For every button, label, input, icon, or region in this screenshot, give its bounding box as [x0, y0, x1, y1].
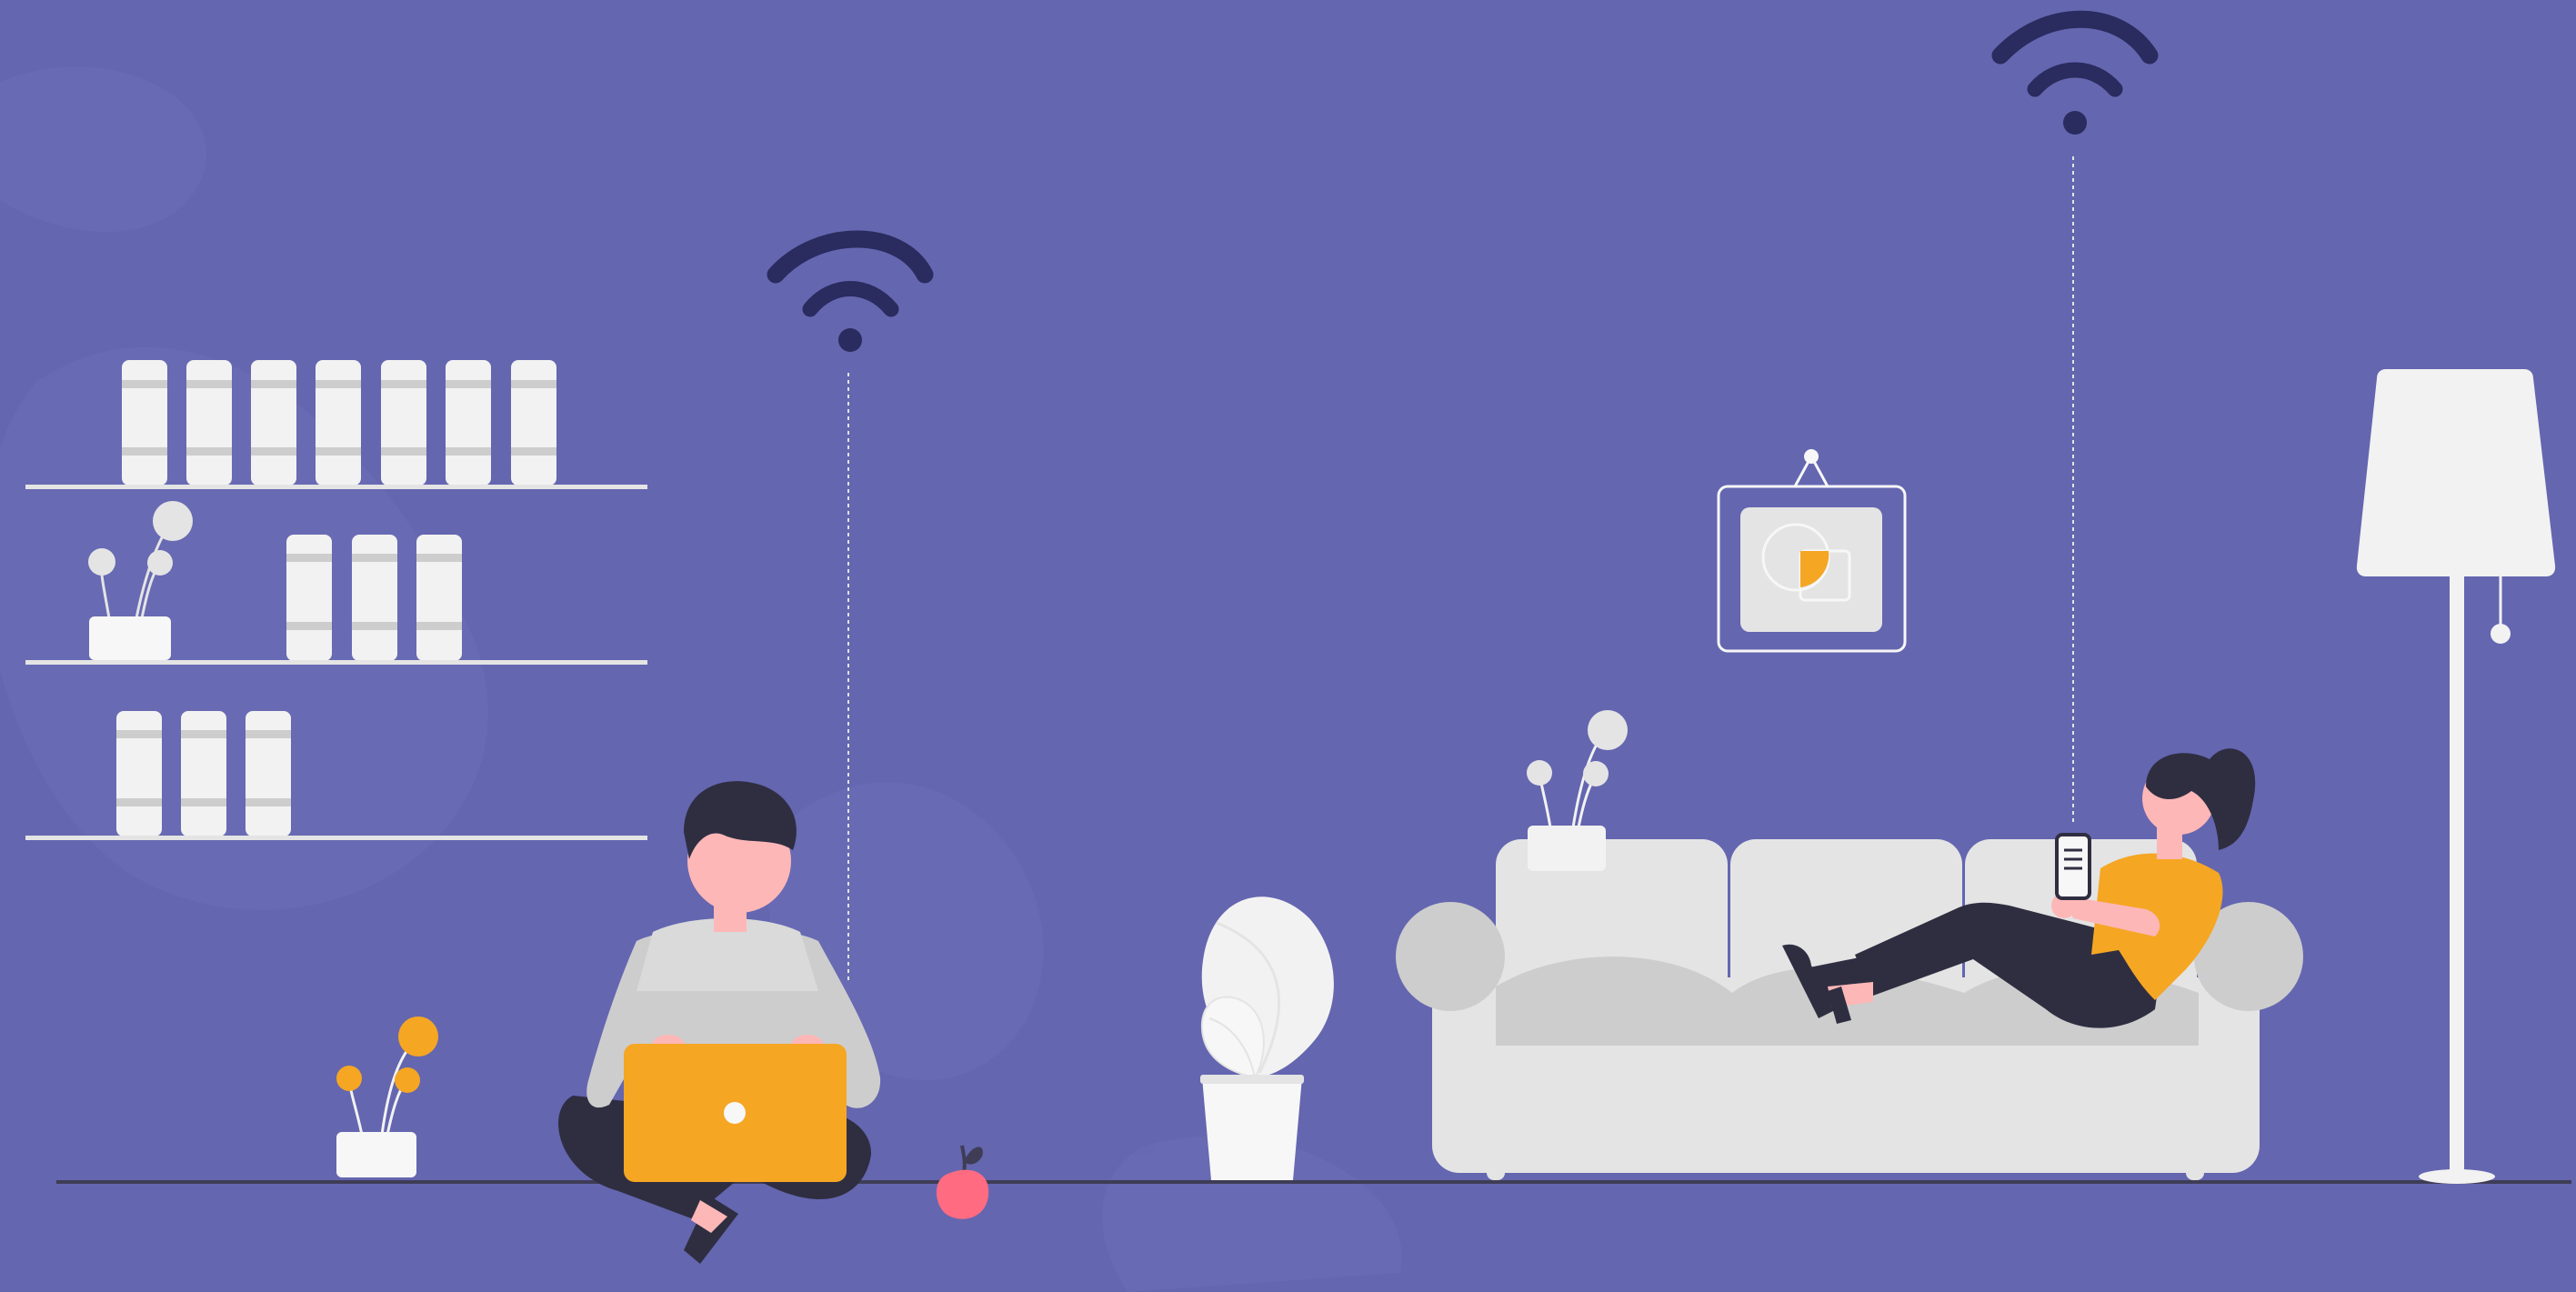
- book: [381, 360, 426, 486]
- book: [286, 535, 332, 661]
- shelf-board: [25, 485, 647, 489]
- laptop-logo-icon: [724, 1102, 746, 1124]
- shelf-board: [25, 836, 647, 840]
- book: [181, 711, 226, 836]
- book: [246, 711, 291, 836]
- book: [316, 360, 361, 486]
- book: [352, 535, 397, 661]
- shelf-board: [25, 660, 647, 665]
- book: [416, 535, 462, 661]
- book: [186, 360, 232, 486]
- phone: [2055, 833, 2091, 900]
- illustration-scene: [0, 0, 2576, 1292]
- book: [446, 360, 491, 486]
- book: [511, 360, 556, 486]
- book: [116, 711, 162, 836]
- book: [122, 360, 167, 486]
- book: [251, 360, 296, 486]
